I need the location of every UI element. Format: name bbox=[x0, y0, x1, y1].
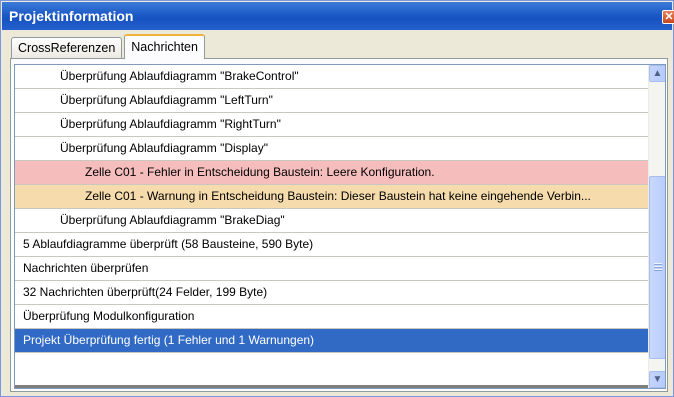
window-title: Projektinformation bbox=[9, 8, 134, 24]
message-row[interactable]: 32 Nachrichten überprüft(24 Felder, 199 … bbox=[15, 281, 648, 305]
tab-nachrichten[interactable]: Nachrichten bbox=[124, 34, 205, 59]
message-row[interactable]: Überprüfung Modulkonfiguration bbox=[15, 305, 648, 329]
warning-message-row[interactable]: Zelle C01 - Warnung in Entscheidung Baus… bbox=[15, 185, 648, 209]
message-row[interactable]: Überprüfung Ablaufdiagramm "BrakeDiag" bbox=[15, 209, 648, 233]
error-message-row[interactable]: Zelle C01 - Fehler in Entscheidung Baust… bbox=[15, 161, 648, 185]
chevron-up-icon[interactable]: ▲ bbox=[649, 65, 665, 82]
selected-message-row[interactable]: Projekt Überprüfung fertig (1 Fehler und… bbox=[15, 329, 648, 353]
scrollbar-thumb[interactable] bbox=[649, 176, 665, 359]
tab-strip: CrossReferenzen Nachrichten bbox=[11, 34, 207, 59]
list-bottom-edge bbox=[15, 385, 648, 388]
message-row[interactable]: 5 Ablaufdiagramme überprüft (58 Baustein… bbox=[15, 233, 648, 257]
message-rows: Überprüfung Ablaufdiagramm "BrakeControl… bbox=[15, 65, 648, 353]
project-info-window: Projektinformation ✕ CrossReferenzen Nac… bbox=[0, 0, 674, 397]
message-row[interactable]: Überprüfung Ablaufdiagramm "BrakeControl… bbox=[15, 65, 648, 89]
message-row[interactable]: Überprüfung Ablaufdiagramm "RightTurn" bbox=[15, 113, 648, 137]
vertical-scrollbar[interactable]: ▲ ▼ bbox=[648, 65, 665, 388]
message-row[interactable]: Überprüfung Ablaufdiagramm "LeftTurn" bbox=[15, 89, 648, 113]
tab-crossreferenzen[interactable]: CrossReferenzen bbox=[11, 37, 123, 59]
title-bar[interactable]: Projektinformation ✕ bbox=[2, 2, 674, 30]
close-icon[interactable]: ✕ bbox=[662, 10, 674, 24]
message-row[interactable]: Überprüfung Ablaufdiagramm "Display" bbox=[15, 137, 648, 161]
message-row[interactable]: Nachrichten überprüfen bbox=[15, 257, 648, 281]
message-list[interactable]: Überprüfung Ablaufdiagramm "BrakeControl… bbox=[14, 64, 666, 389]
chevron-down-icon[interactable]: ▼ bbox=[649, 371, 665, 388]
tab-panel: Überprüfung Ablaufdiagramm "BrakeControl… bbox=[10, 58, 668, 392]
grip-icon bbox=[654, 263, 662, 272]
